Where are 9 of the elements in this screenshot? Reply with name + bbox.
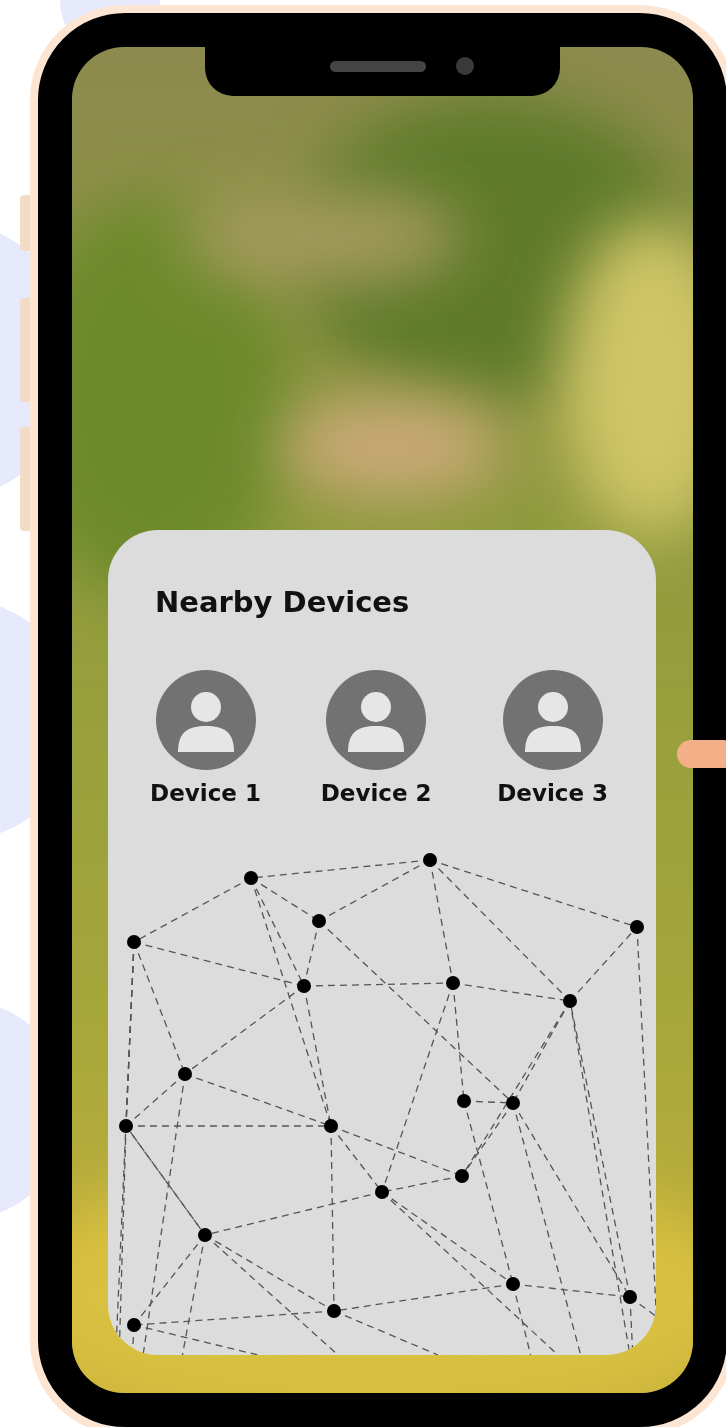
user-avatar-icon bbox=[502, 670, 603, 770]
card-title: Nearby Devices bbox=[155, 584, 411, 621]
user-avatar-icon bbox=[155, 670, 256, 770]
device-label: Device 3 bbox=[497, 780, 609, 806]
device-label: Device 1 bbox=[150, 780, 261, 806]
speaker-icon bbox=[330, 61, 426, 72]
camera-icon bbox=[456, 57, 474, 75]
device-label: Device 2 bbox=[320, 780, 432, 806]
user-avatar-icon bbox=[326, 670, 427, 770]
